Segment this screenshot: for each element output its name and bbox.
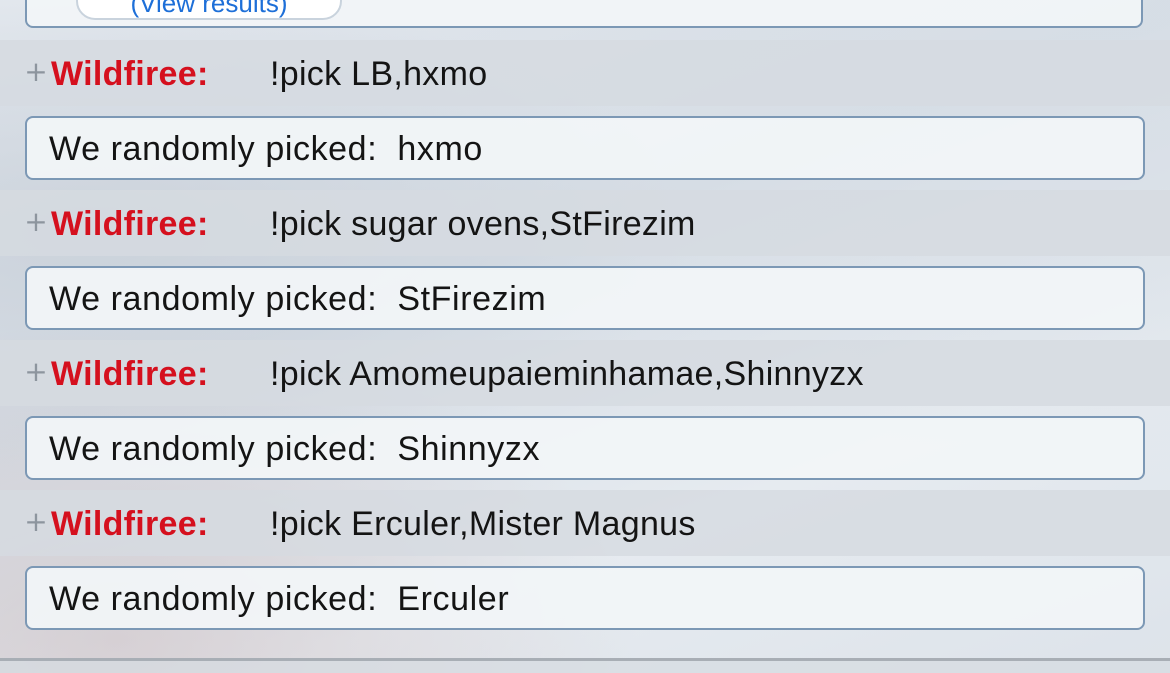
chat-log: (View results) + Wildfiree: !pick LB,hxm… [0,0,1170,673]
bot-reply-prefix: We randomly picked: [49,580,378,618]
message-text: !pick Erculer,Mister Magnus [270,505,696,543]
message-text: !pick sugar ovens,StFirezim [270,205,696,243]
view-results-label: (View results) [130,0,288,18]
chat-message: + Wildfiree: !pick Amomeupaieminhamae,Sh… [0,340,1170,406]
bot-reply-text: We randomly picked: Erculer [49,579,509,619]
bot-reply-prefix: We randomly picked: [49,130,378,168]
bot-reply-box: We randomly picked: StFirezim [25,266,1145,330]
bot-reply-prefix: We randomly picked: [49,280,378,318]
chat-message: + Wildfiree: !pick Erculer,Mister Magnus [0,490,1170,556]
username[interactable]: Wildfiree: [51,504,209,544]
picked-value: StFirezim [397,280,547,318]
bot-reply-text: We randomly picked: Shinnyzx [49,429,540,469]
bot-reply-box: We randomly picked: hxmo [25,116,1145,180]
plus-icon[interactable]: + [24,58,48,86]
bot-reply-prefix: We randomly picked: [49,430,378,468]
picked-value: Shinnyzx [397,430,541,468]
bottom-divider [0,658,1170,673]
view-results-button[interactable]: (View results) [76,0,342,20]
message-text: !pick LB,hxmo [270,55,488,93]
bot-reply-box: We randomly picked: Erculer [25,566,1145,630]
bot-reply-box: We randomly picked: Shinnyzx [25,416,1145,480]
plus-icon[interactable]: + [24,208,48,236]
message-text: !pick Amomeupaieminhamae,Shinnyzx [270,355,864,393]
plus-icon[interactable]: + [24,508,48,536]
picked-value: Erculer [397,580,510,618]
plus-icon[interactable]: + [24,358,48,386]
bot-reply-text: We randomly picked: StFirezim [49,279,546,319]
chat-message: + Wildfiree: !pick LB,hxmo [0,40,1170,106]
username[interactable]: Wildfiree: [51,204,209,244]
picked-value: hxmo [397,130,483,168]
bot-reply-text: We randomly picked: hxmo [49,129,483,169]
username[interactable]: Wildfiree: [51,354,209,394]
username[interactable]: Wildfiree: [51,54,209,94]
chat-message: + Wildfiree: !pick sugar ovens,StFirezim [0,190,1170,256]
